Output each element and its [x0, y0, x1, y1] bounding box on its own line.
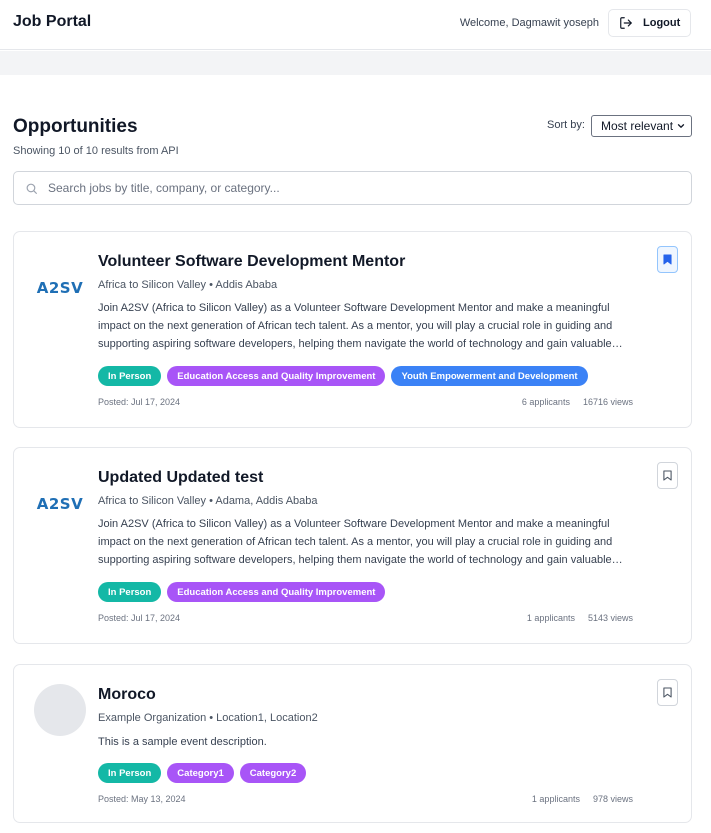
posted-date: Posted: May 13, 2024	[98, 794, 186, 804]
applicants-count: 6 applicants	[521, 397, 570, 407]
top-navbar: Job Portal Welcome, Dagmawit yoseph Logo…	[0, 0, 711, 50]
tag-badge: Youth Empowerment and Development	[391, 366, 588, 386]
header-band	[0, 51, 711, 75]
logout-button[interactable]: Logout	[608, 9, 691, 37]
tag-list: In Person Education Access and Quality I…	[98, 582, 386, 602]
welcome-text: Welcome, Dagmawit yoseph	[459, 17, 599, 29]
views-count: 16716 views	[582, 397, 633, 407]
job-stats: 1 applicants 978 views	[532, 794, 633, 804]
job-card[interactable]: Moroco Example Organization • Location1,…	[13, 664, 692, 823]
tag-badge: Education Access and Quality Improvement	[167, 582, 386, 602]
logout-icon	[620, 17, 632, 29]
company-logo: A2SV	[34, 262, 86, 314]
views-count: 5143 views	[587, 613, 633, 623]
sort-select[interactable]: Most relevant	[591, 115, 692, 137]
logout-label: Logout	[643, 17, 681, 29]
applicants-count: 1 applicants	[531, 794, 580, 804]
company-logo: A2SV	[34, 478, 86, 530]
job-description: This is a sample event description.	[98, 736, 267, 748]
company-logo-placeholder	[34, 684, 86, 736]
posted-date: Posted: Jul 17, 2024	[98, 397, 181, 407]
job-organization: Africa to Silicon Valley • Addis Ababa	[98, 279, 278, 291]
job-stats: 1 applicants 5143 views	[527, 613, 633, 623]
job-description: Join A2SV (Africa to Silicon Valley) as …	[98, 302, 623, 350]
tag-badge: In Person	[98, 763, 162, 783]
job-card[interactable]: A2SV Volunteer Software Development Ment…	[13, 231, 692, 428]
bookmark-button[interactable]	[657, 679, 678, 706]
results-count: Showing 10 of 10 results from API	[13, 145, 179, 157]
bookmark-icon	[663, 687, 672, 698]
chevron-down-icon	[677, 124, 685, 128]
logo-text: A2SV	[36, 495, 84, 513]
posted-date: Posted: Jul 17, 2024	[98, 613, 181, 623]
views-count: 978 views	[592, 794, 633, 804]
job-title[interactable]: Moroco	[98, 686, 156, 704]
tag-badge: Education Access and Quality Improvement	[167, 366, 386, 386]
search-icon	[26, 183, 37, 194]
bookmark-button[interactable]	[657, 462, 678, 489]
tag-badge: In Person	[98, 582, 162, 602]
tag-badge: Category1	[167, 763, 234, 783]
logo-text: A2SV	[36, 279, 84, 297]
job-title[interactable]: Volunteer Software Development Mentor	[98, 253, 405, 271]
job-card[interactable]: A2SV Updated Updated test Africa to Sili…	[13, 447, 692, 644]
sort-label: Sort by:	[547, 119, 585, 131]
job-description: Join A2SV (Africa to Silicon Valley) as …	[98, 518, 623, 566]
job-organization: Example Organization • Location1, Locati…	[98, 712, 318, 724]
applicants-count: 1 applicants	[526, 613, 575, 623]
job-title[interactable]: Updated Updated test	[98, 469, 263, 487]
tag-list: In Person Category1 Category2	[98, 763, 307, 783]
sort-value: Most relevant	[601, 119, 674, 133]
bookmark-filled-icon	[663, 254, 672, 265]
tag-badge: Category2	[239, 763, 307, 783]
bookmark-icon	[663, 470, 672, 481]
job-stats: 6 applicants 16716 views	[522, 397, 633, 407]
tag-list: In Person Education Access and Quality I…	[98, 366, 588, 386]
tag-badge: In Person	[98, 366, 162, 386]
job-organization: Africa to Silicon Valley • Adama, Addis …	[98, 495, 318, 507]
search-input[interactable]	[48, 181, 648, 195]
search-bar[interactable]	[13, 171, 692, 205]
brand-title[interactable]: Job Portal	[13, 13, 91, 31]
bookmark-button[interactable]	[657, 246, 678, 273]
page-title: Opportunities	[13, 116, 138, 137]
